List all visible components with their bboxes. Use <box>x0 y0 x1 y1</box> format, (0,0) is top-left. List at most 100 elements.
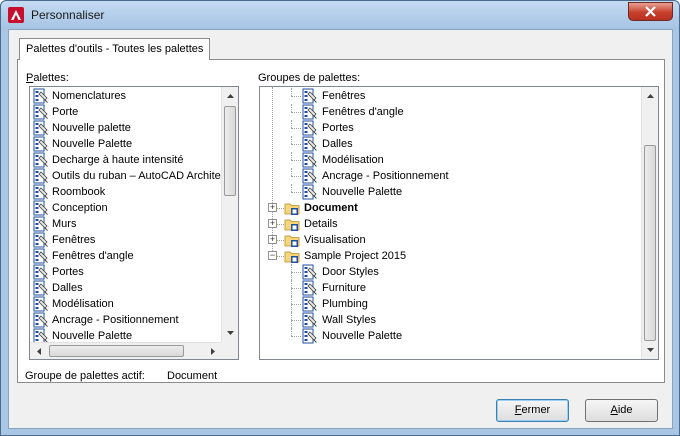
palette-icon <box>302 264 317 280</box>
folder-group-icon <box>284 219 300 231</box>
palette-icon <box>33 312 48 328</box>
tree-node-label: Visualisation <box>304 234 366 246</box>
chevron-down-icon <box>647 347 654 352</box>
palette-icon <box>33 104 48 120</box>
scroll-right-arrow[interactable] <box>204 343 221 359</box>
palette-groups-tree[interactable]: Fenêtres Fenêtres d'angle Portes Dalles Modé… <box>259 86 659 360</box>
window-title: Personnaliser <box>31 8 105 22</box>
close-button-label: ermer <box>521 404 551 416</box>
tree-palette-node[interactable]: Fenêtres <box>260 88 640 104</box>
expand-toggle[interactable]: + <box>268 235 277 244</box>
tree-group-node[interactable]: + Document <box>260 200 640 216</box>
tree-palette-node[interactable]: Portes <box>260 120 640 136</box>
tree-connector <box>291 128 301 129</box>
tree-node-label: Wall Styles <box>322 314 376 326</box>
list-item[interactable]: Fenêtres <box>30 232 220 248</box>
list-item[interactable]: Fenêtres d'angle <box>30 248 220 264</box>
tree-palette-node[interactable]: Dalles <box>260 136 640 152</box>
list-item[interactable]: Dalles <box>30 280 220 296</box>
list-item[interactable]: Nouvelle Palette <box>30 136 220 152</box>
tree-connector <box>291 104 292 112</box>
palette-groups-label: Groupes de palettes: <box>258 72 361 84</box>
chevron-down-icon <box>227 330 234 335</box>
help-button-label: ide <box>617 404 633 416</box>
list-item[interactable]: Conception <box>30 200 220 216</box>
list-item[interactable]: Roombook <box>30 184 220 200</box>
palettes-horizontal-scrollbar[interactable] <box>30 342 221 359</box>
palettes-label-text: alettes: <box>33 72 69 84</box>
list-item[interactable]: Murs <box>30 216 220 232</box>
expand-toggle[interactable]: + <box>268 219 277 228</box>
tree-node-label: Modélisation <box>322 154 384 166</box>
expand-toggle[interactable]: + <box>268 203 277 212</box>
palettes-label: Palettes: <box>26 72 69 84</box>
tab-panel: Palettes: Groupes de palettes: Nomenclat… <box>17 59 665 383</box>
list-item-label: Outils du ruban – AutoCAD Architectu <box>52 170 236 182</box>
list-item-label: Fenêtres d'angle <box>52 250 134 262</box>
scroll-up-arrow[interactable] <box>642 87 658 104</box>
tree-group-node[interactable]: − Sample Project 2015 <box>260 248 640 264</box>
title-bar: Personnaliser <box>1 1 679 29</box>
palette-icon <box>302 184 317 200</box>
palettes-list[interactable]: Nomenclatures Porte Nouvelle palette Nouvel… <box>29 86 239 360</box>
scroll-left-arrow[interactable] <box>30 343 47 359</box>
palette-icon <box>33 296 48 312</box>
collapse-toggle[interactable]: − <box>268 251 277 260</box>
tree-connector <box>291 320 301 321</box>
list-item-label: Roombook <box>52 186 106 198</box>
horizontal-scroll-thumb[interactable] <box>49 345 184 357</box>
tree-palette-node[interactable]: Fenêtres d'angle <box>260 104 640 120</box>
tree-palette-node[interactable]: Door Styles <box>260 264 640 280</box>
tree-node-label: Fenêtres <box>322 90 366 102</box>
list-item-label: Murs <box>52 218 77 230</box>
list-item[interactable]: Porte <box>30 104 220 120</box>
list-item[interactable]: Decharge à haute intensité <box>30 152 220 168</box>
folder-group-icon <box>284 203 300 215</box>
palette-icon <box>302 280 317 296</box>
list-item-label: Fenêtres <box>52 234 96 246</box>
tree-palette-node[interactable]: Wall Styles <box>260 312 640 328</box>
list-item[interactable]: Nouvelle palette <box>30 120 220 136</box>
tree-group-node[interactable]: + Details <box>260 216 640 232</box>
tree-palette-node[interactable]: Modélisation <box>260 152 640 168</box>
vertical-scroll-thumb[interactable] <box>644 145 656 341</box>
list-item[interactable]: Nomenclatures <box>30 88 220 104</box>
tree-connector <box>291 160 301 161</box>
list-item-label: Modélisation <box>52 298 114 310</box>
list-item-label: Nouvelle Palette <box>52 138 133 150</box>
list-item[interactable]: Portes <box>30 264 220 280</box>
list-item-label: Portes <box>52 266 84 278</box>
palettes-vertical-scrollbar[interactable] <box>221 87 238 342</box>
scroll-down-arrow[interactable] <box>642 341 658 358</box>
folder-group-icon <box>284 235 300 247</box>
tree-palette-node[interactable]: Plumbing <box>260 296 640 312</box>
scroll-up-arrow[interactable] <box>222 87 238 104</box>
groups-vertical-scrollbar[interactable] <box>641 87 658 359</box>
tree-palette-node[interactable]: Furniture <box>260 280 640 296</box>
palette-icon <box>33 264 48 280</box>
vertical-scroll-thumb[interactable] <box>224 106 236 196</box>
tree-palette-node[interactable]: Ancrage - Positionnement <box>260 168 640 184</box>
tree-connector <box>291 336 301 337</box>
chevron-up-icon <box>647 93 654 98</box>
tab-all-palettes[interactable]: Palettes d'outils - Toutes les palettes <box>19 38 211 60</box>
list-item[interactable]: Outils du ruban – AutoCAD Architectu <box>30 168 235 184</box>
tree-node-label: Fenêtres d'angle <box>322 106 404 118</box>
tree-connector <box>291 176 301 177</box>
dialog-body: Palettes d'outils - Toutes les palettes … <box>8 29 673 429</box>
list-item[interactable]: Modélisation <box>30 296 220 312</box>
tree-node-label: Portes <box>322 122 354 134</box>
tree-connector <box>291 304 301 305</box>
list-item-label: Porte <box>52 106 79 118</box>
tree-group-node[interactable]: + Visualisation <box>260 232 640 248</box>
help-button[interactable]: Aide <box>585 399 658 422</box>
close-button[interactable]: Fermer <box>496 399 569 422</box>
tree-node-label: Ancrage - Positionnement <box>322 170 449 182</box>
list-item-label: Conception <box>52 202 108 214</box>
list-item[interactable]: Ancrage - Positionnement <box>30 312 220 328</box>
palette-icon <box>33 184 48 200</box>
tree-palette-node[interactable]: Nouvelle Palette <box>260 184 640 200</box>
scroll-down-arrow[interactable] <box>222 324 238 341</box>
close-window-button[interactable] <box>628 2 673 21</box>
tree-palette-node[interactable]: Nouvelle Palette <box>260 328 640 344</box>
